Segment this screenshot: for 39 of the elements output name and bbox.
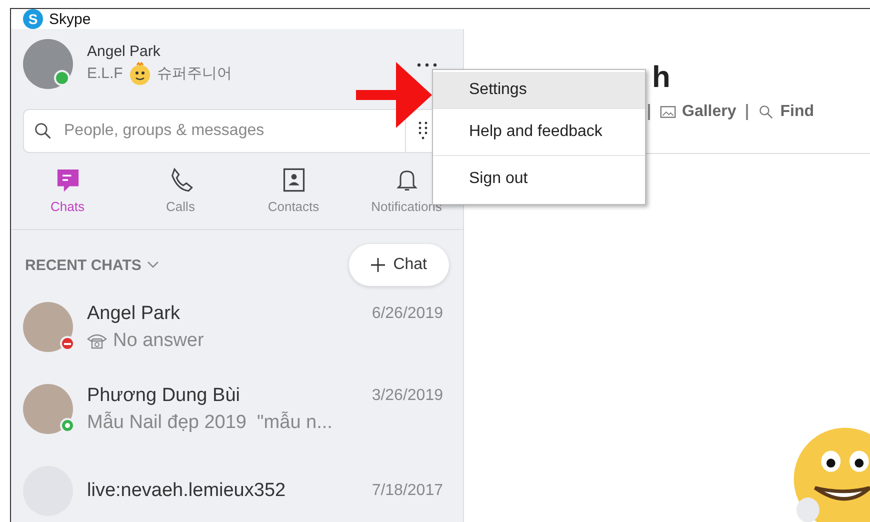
contact-name: live:nevaeh.lemieux352 [87, 480, 286, 502]
message-preview: No answer [113, 330, 204, 352]
message-preview: Mẫu Nail đẹp 2019 "mẫu n... [87, 412, 332, 434]
profile-photo-placeholder[interactable] [23, 39, 73, 89]
search-icon [758, 105, 774, 119]
chevron-down-icon [147, 261, 160, 269]
window-title: Skype [49, 10, 91, 28]
new-chat-button[interactable]: Chat [349, 244, 449, 286]
chat-date: 6/26/2019 [372, 304, 443, 322]
menu-item[interactable]: Help and feedback [433, 109, 645, 156]
dialpad-icon[interactable] [418, 121, 428, 141]
conversation-title: h [652, 61, 670, 95]
search-field[interactable]: People, groups & messages [62, 121, 405, 141]
profile-name: Angel Park [87, 42, 162, 60]
plus-icon [371, 258, 386, 272]
chat-list-item[interactable]: Phương Dung Bùi 3/26/2019 Mẫu Nail đẹp 2019 "mẫu n... [11, 368, 463, 450]
chat-date: 7/18/2017 [372, 482, 443, 500]
contact-book-icon [280, 167, 306, 193]
avatar-photo-placeholder [23, 384, 73, 434]
chat-list-item[interactable]: Angel Park 6/26/2019 No answer [11, 286, 463, 368]
chat-date: 3/26/2019 [372, 386, 443, 404]
contact-name: Angel Park [87, 302, 180, 324]
chat-bubble-icon [54, 167, 80, 193]
toolbar-link[interactable]: Gallery [660, 103, 736, 121]
smiley-icon [128, 62, 152, 86]
skype-logo: S [23, 9, 43, 29]
more-options-icon[interactable] [417, 63, 437, 67]
status-text: 슈퍼주니어 [156, 64, 232, 83]
contact-name: Phương Dung Bùi [87, 384, 240, 406]
chat-list-item[interactable]: live:nevaeh.lemieux352 7/18/2017 [11, 450, 463, 522]
nav-tab[interactable]: Chats [11, 167, 124, 229]
recent-chats-dropdown[interactable]: RECENT CHATS [25, 256, 160, 274]
menu-item[interactable]: Settings [433, 72, 645, 109]
toolbar-link[interactable]: Find [758, 103, 814, 121]
telephone-icon [87, 332, 107, 348]
search-icon [34, 122, 52, 140]
avatar-photo-placeholder [23, 302, 73, 352]
image-icon [660, 105, 676, 119]
status-text: E.L.F [87, 65, 123, 82]
